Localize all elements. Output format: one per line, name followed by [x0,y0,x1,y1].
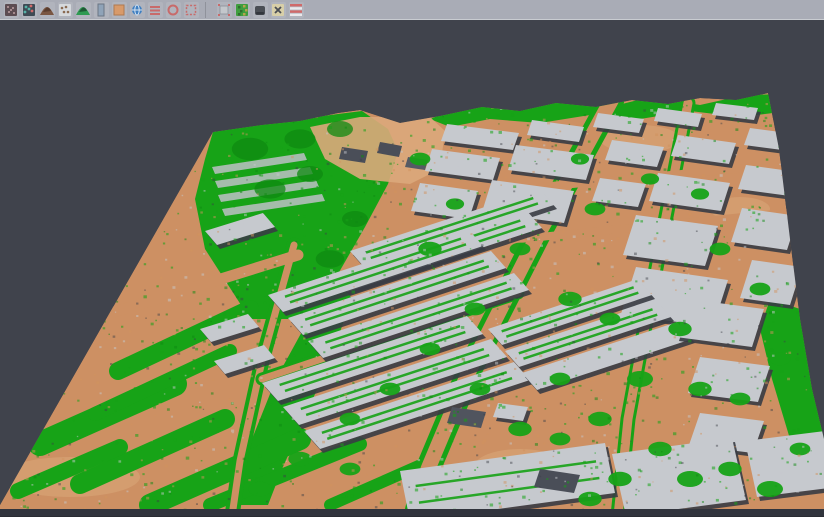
tree-patch [288,452,311,466]
tree-patch [340,463,361,476]
building-block-icon[interactable] [94,2,109,18]
tree-patch [550,433,571,446]
striped-flag-icon-glyph [289,3,303,17]
profile-lines-icon-glyph [148,3,162,17]
tree-patch [232,138,268,160]
tree-patch [508,422,531,436]
application-window [0,0,824,517]
remove-class-icon-glyph [271,3,285,17]
viewport-bottom-edge [0,509,824,516]
point-cloud-icon[interactable] [22,2,37,18]
low-points-icon[interactable] [58,2,73,18]
scene-texture-icon[interactable] [4,2,19,18]
ground-square-icon[interactable] [112,2,127,18]
tree-patch [600,313,621,326]
tree-patch [677,471,703,487]
globe-icon-glyph [130,3,144,17]
tree-patch [254,179,285,198]
dark-mesh-icon-glyph [253,3,267,17]
tree-patch [718,462,741,476]
tree-patch [710,243,731,256]
tree-patch [510,243,531,256]
tree-patch [571,153,589,164]
building-roof [745,431,824,497]
vegetation-mound-icon-glyph [76,3,90,17]
tree-patch [627,371,653,387]
target-circle-icon[interactable] [166,2,181,18]
tree-patch [340,413,361,426]
tree-patch [284,129,315,148]
tree-patch [750,283,771,296]
dark-mesh-icon[interactable] [253,2,268,18]
target-circle-icon-glyph [166,3,180,17]
tree-patch [327,121,353,137]
low-points-icon-glyph [58,3,72,17]
terrain-mound-icon[interactable] [40,2,55,18]
tree-patch [297,166,323,182]
tree-patch [550,373,571,386]
tree-patch [691,188,709,199]
tree-patch [585,203,606,216]
globe-icon[interactable] [130,2,145,18]
terrain-mound-icon-glyph [40,3,54,17]
viewport-canvas[interactable] [0,20,824,516]
classified-cloud-icon-glyph [235,3,249,17]
tree-patch [578,492,601,506]
ground-square-icon-glyph [112,3,126,17]
striped-flag-icon[interactable] [289,2,304,18]
selection-box-icon-glyph [184,3,198,17]
clip-region-icon-glyph [217,3,231,17]
profile-lines-icon[interactable] [148,2,163,18]
tree-patch [770,353,791,366]
remove-class-icon[interactable] [271,2,286,18]
point-cloud-icon-glyph [22,3,36,17]
tree-patch [648,442,671,456]
toolbar-separator [205,2,212,18]
tree-patch [730,393,751,406]
clip-region-icon[interactable] [217,2,232,18]
building-block-icon-glyph [94,3,108,17]
tree-patch [248,482,271,496]
vegetation-mound-icon[interactable] [76,2,91,18]
tree-patch [608,472,631,486]
3d-viewport[interactable] [0,20,824,516]
tree-patch [668,322,691,336]
tree-patch [410,153,431,166]
tree-patch [380,383,401,396]
scene-texture-icon-glyph [4,3,18,17]
classified-cloud-icon[interactable] [235,2,250,18]
tree-patch [558,292,581,306]
tree-patch [446,198,464,209]
tree-patch [316,250,345,268]
selection-box-icon[interactable] [184,2,199,18]
toolbar [0,0,824,20]
tree-patch [757,481,783,497]
